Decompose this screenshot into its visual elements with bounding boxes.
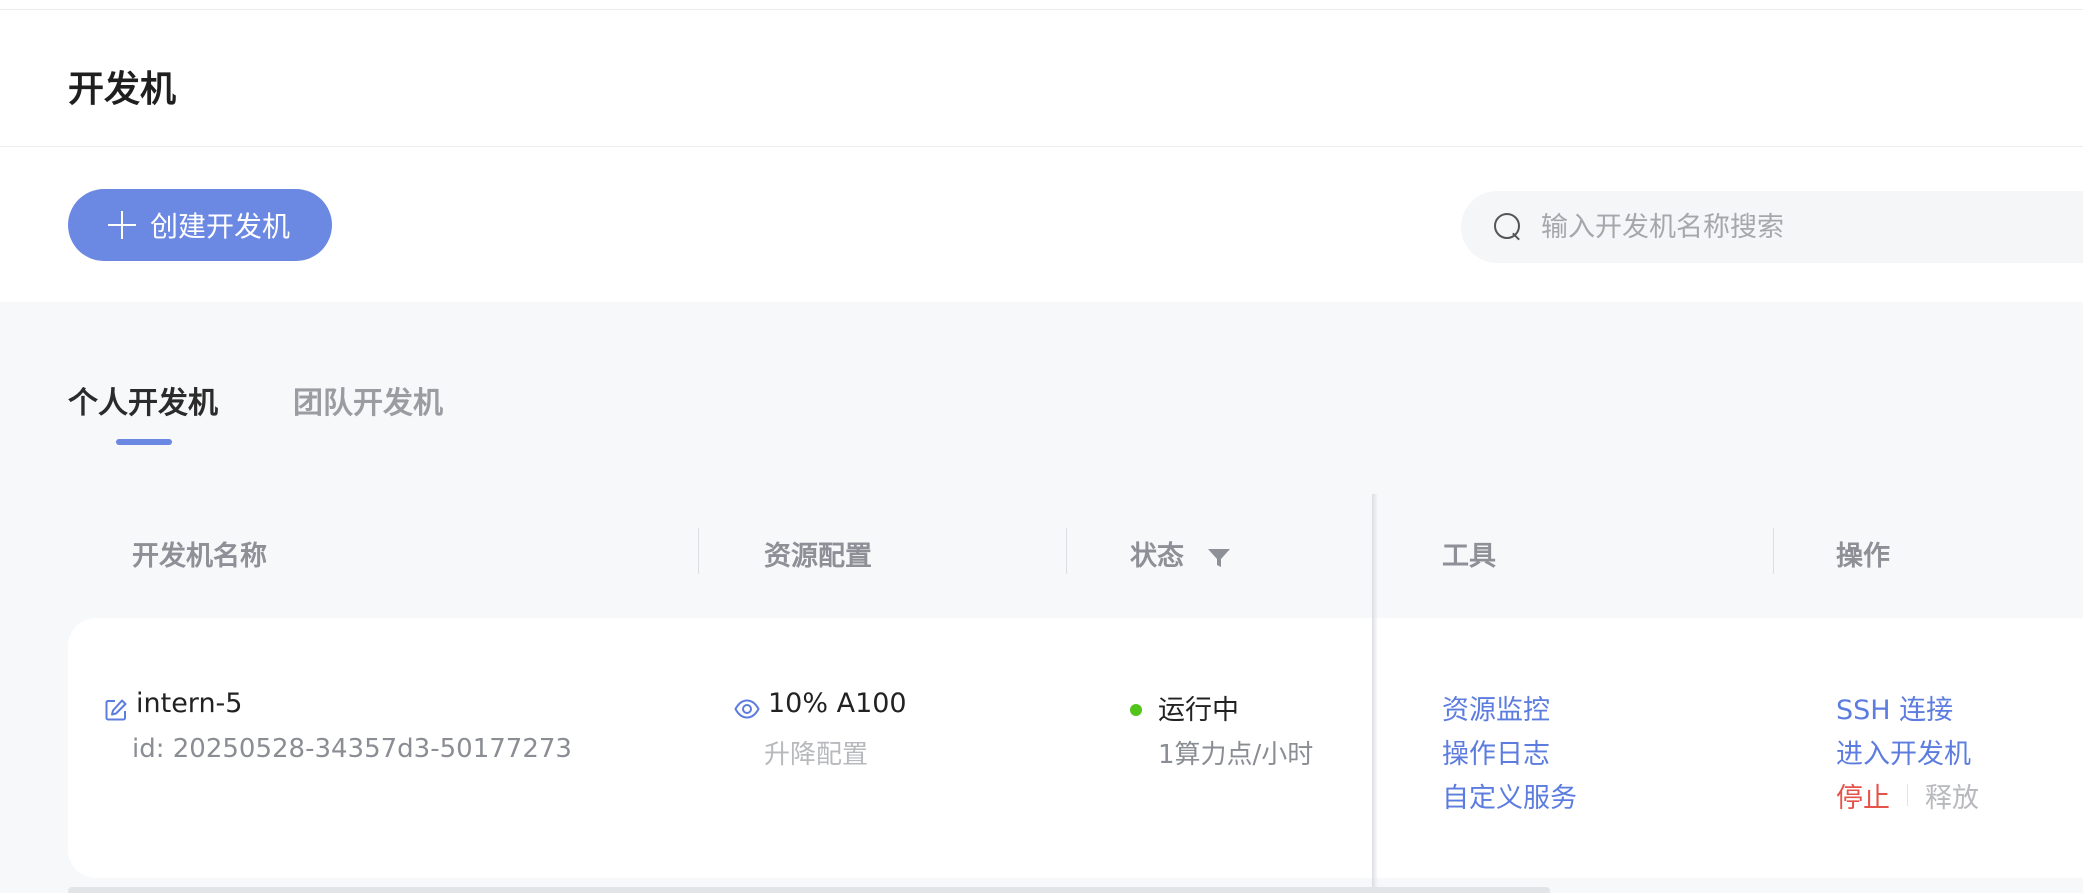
- create-button-label: 创建开发机: [150, 210, 291, 243]
- release-link: 释放: [1925, 783, 1979, 814]
- operation-log-link[interactable]: 操作日志: [1442, 732, 1550, 771]
- column-header-name: 开发机名称: [132, 541, 267, 572]
- eye-icon[interactable]: [734, 698, 760, 720]
- cost-rate: 1算力点/小时: [1158, 740, 1314, 770]
- status-header-label: 状态: [1130, 541, 1184, 572]
- enter-dev-machine-link[interactable]: 进入开发机: [1836, 732, 1971, 771]
- horizontal-scrollbar[interactable]: [68, 887, 1550, 893]
- stop-link[interactable]: 停止: [1836, 776, 1890, 815]
- status-dot: [1130, 704, 1142, 716]
- content-area: 个人开发机 团队开发机 开发机名称 资源配置 状态 工具 操作 intern-5…: [0, 302, 2083, 893]
- upgrade-config-link[interactable]: 升降配置: [764, 734, 868, 771]
- active-tab-indicator: [116, 439, 172, 445]
- column-header-status: 状态: [1130, 534, 1231, 573]
- column-separator[interactable]: [1066, 528, 1067, 574]
- action-separator: [1907, 784, 1908, 806]
- dev-machine-name: intern-5: [136, 688, 243, 719]
- filter-icon[interactable]: [1207, 547, 1231, 569]
- search-box[interactable]: [1461, 191, 2083, 263]
- status-text: 运行中: [1158, 695, 1239, 726]
- title-bar: 开发机: [0, 10, 2083, 147]
- fixed-column-shadow: [1372, 494, 1378, 893]
- column-header-tools: 工具: [1442, 541, 1496, 572]
- dev-machine-id: id: 20250528-34357d3-50177273: [132, 734, 572, 764]
- ssh-connect-link[interactable]: SSH 连接: [1836, 688, 1953, 727]
- page-title: 开发机: [68, 69, 177, 110]
- resource-monitor-link[interactable]: 资源监控: [1442, 688, 1550, 727]
- column-header-actions: 操作: [1836, 541, 1890, 572]
- resource-spec: 10% A100: [768, 688, 907, 719]
- search-icon: [1493, 212, 1523, 242]
- edit-icon[interactable]: [104, 698, 128, 722]
- create-dev-machine-button[interactable]: 创建开发机: [68, 189, 332, 261]
- column-header-resource: 资源配置: [764, 541, 872, 572]
- tab-personal[interactable]: 个人开发机: [68, 378, 218, 422]
- search-input[interactable]: [1539, 210, 2083, 244]
- column-separator[interactable]: [1773, 528, 1774, 574]
- plus-icon: [108, 211, 136, 239]
- dev-machine-page: 开发机 创建开发机 个人开发机 团队开发机 开发机名称 资源配置 状态 工具 操…: [0, 0, 2083, 893]
- tab-team[interactable]: 团队开发机: [293, 378, 443, 422]
- toolbar: 创建开发机: [0, 148, 2083, 302]
- column-separator[interactable]: [698, 528, 699, 574]
- custom-service-link[interactable]: 自定义服务: [1442, 776, 1577, 815]
